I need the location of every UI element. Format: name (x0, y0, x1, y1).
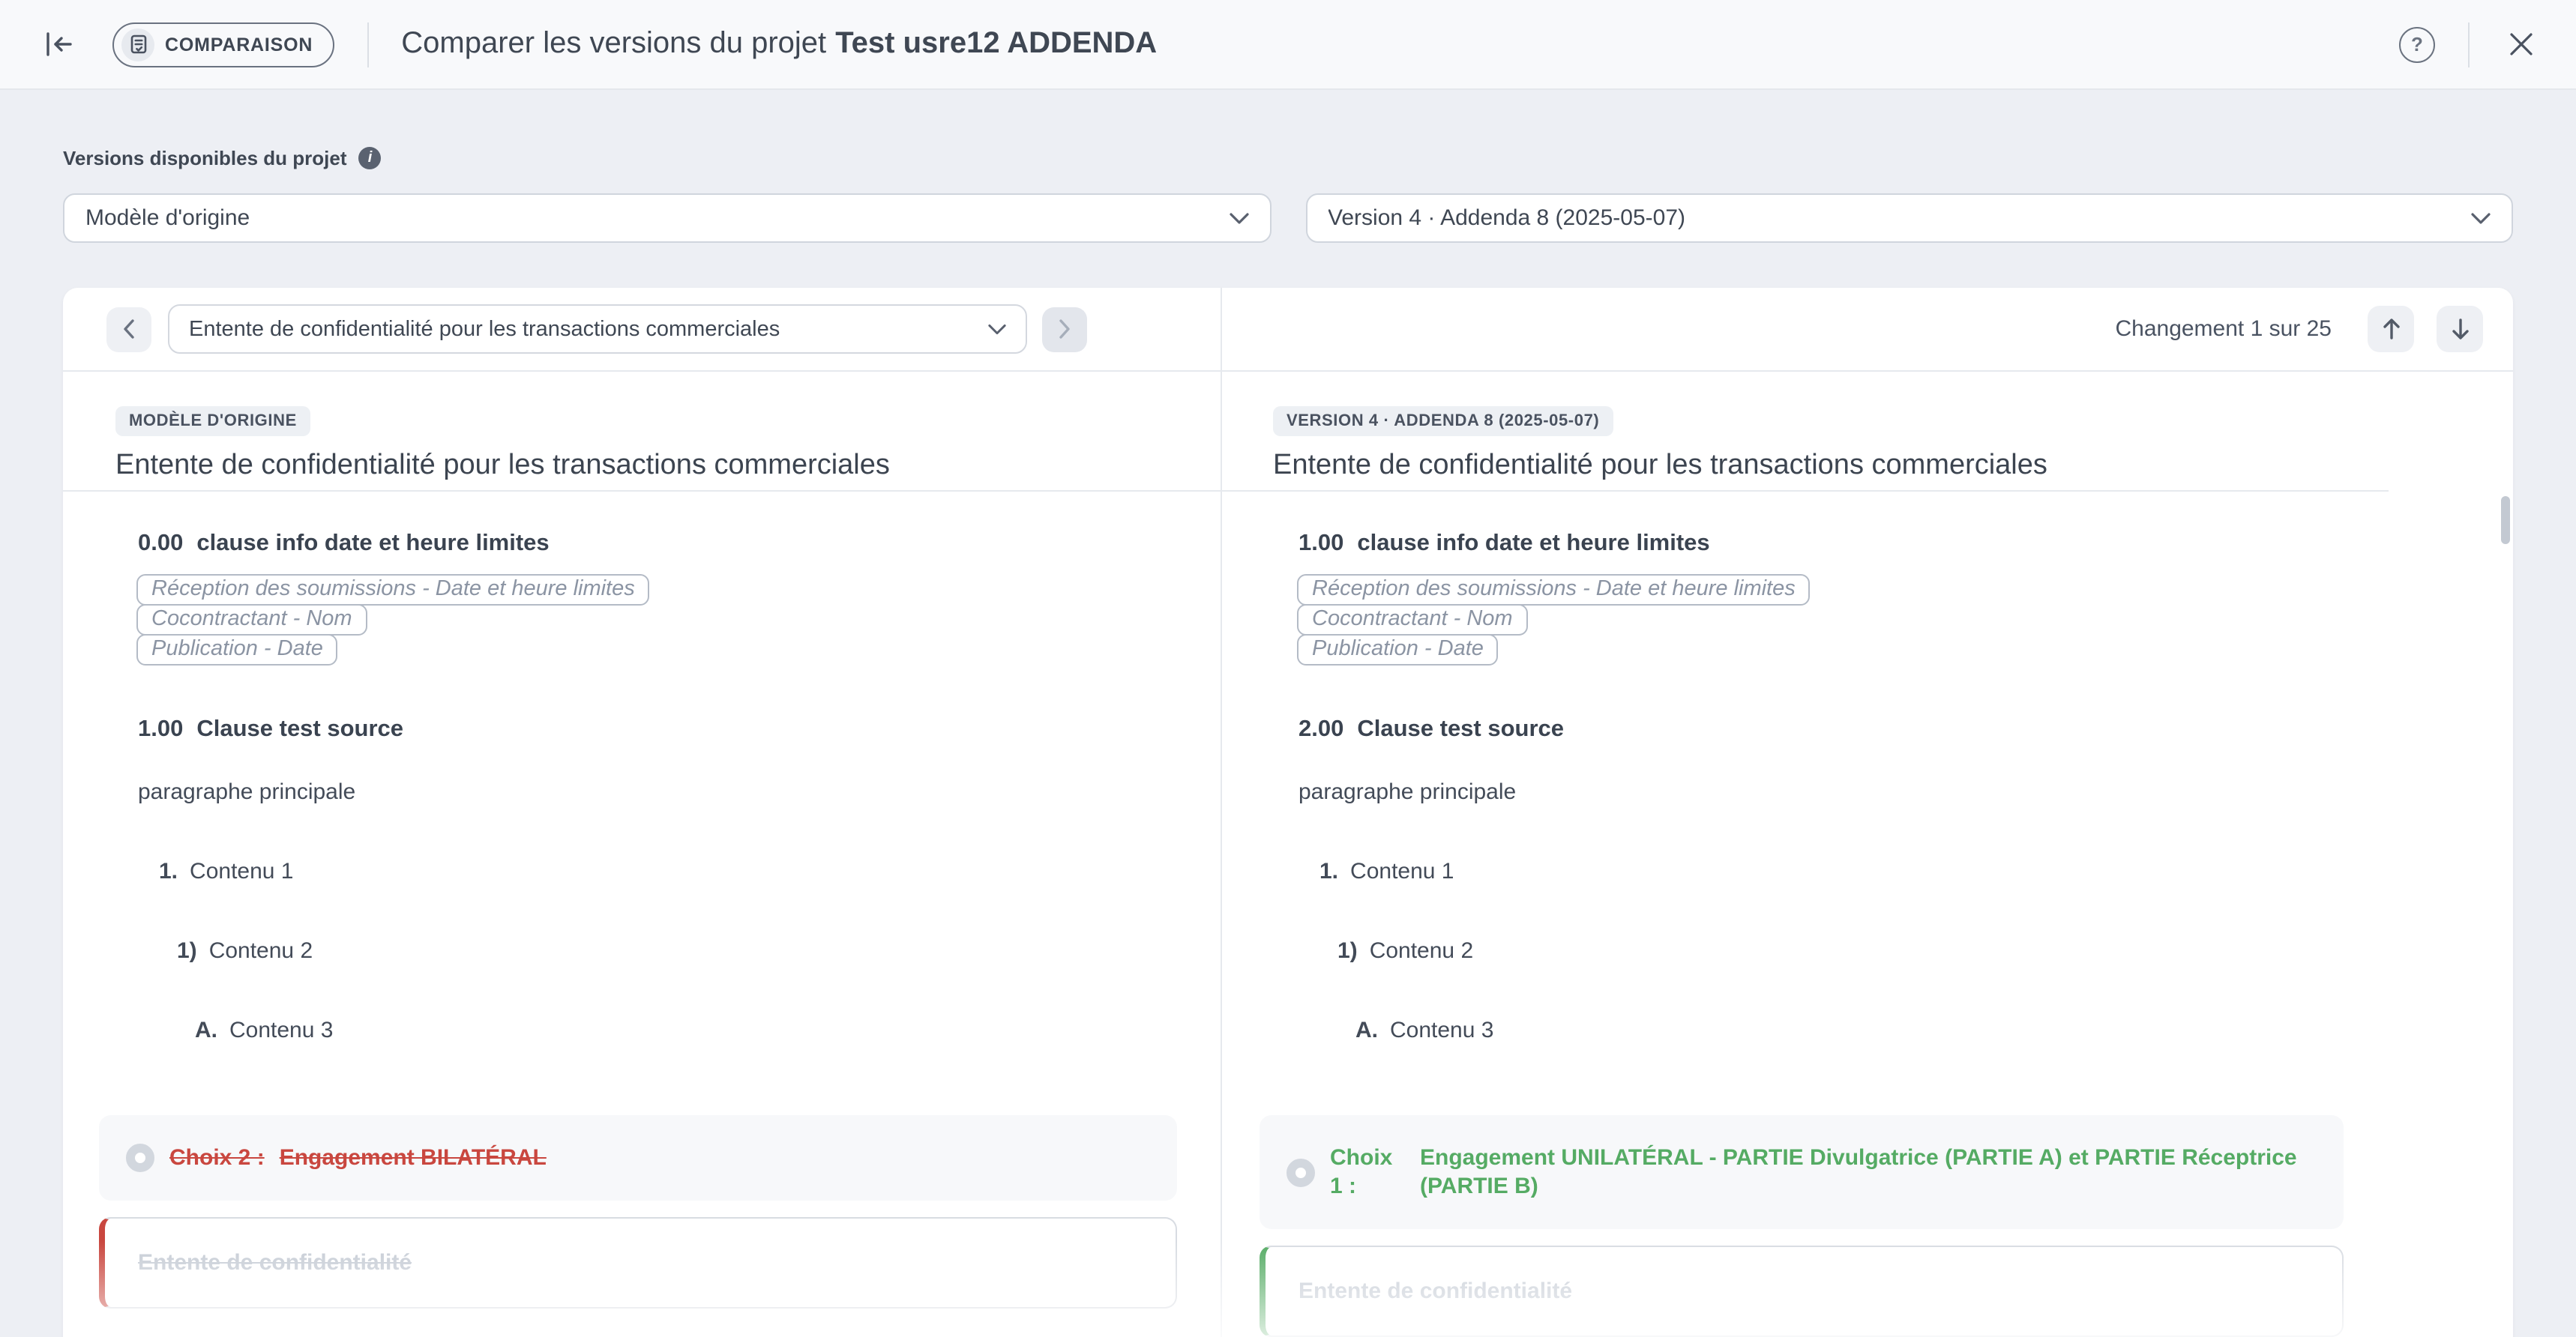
field-tag-list: Réception des soumissions - Date et heur… (136, 574, 1177, 666)
clause-heading: 0.00 clause info date et heure limites (138, 531, 1177, 558)
previous-change-button[interactable] (2368, 306, 2414, 352)
field-tag: Cocontractant - Nom (136, 604, 367, 636)
field-tag: Publication - Date (136, 634, 338, 666)
clause-number: 1.00 (1298, 531, 1343, 558)
list-item: A. Contenu 3 (195, 1018, 1177, 1043)
panel-divider (1221, 288, 1222, 1337)
help-button[interactable]: ? (2399, 26, 2435, 62)
topbar-divider-right (2468, 22, 2470, 67)
field-tag: Cocontractant - Nom (1297, 604, 1528, 636)
section-select[interactable]: Entente de confidentialité pour les tran… (168, 304, 1027, 354)
clause-heading: 1.00 clause info date et heure limites (1298, 531, 2344, 558)
field-tag: Publication - Date (1297, 634, 1499, 666)
list-text: Contenu 2 (1370, 938, 1473, 964)
list-marker: 1) (177, 938, 197, 964)
list-item: A. Contenu 3 (1355, 1018, 2344, 1043)
clause-title: clause info date et heure limites (196, 531, 549, 558)
choice-option-removed[interactable]: Choix 2 : Engagement BILATÉRAL (99, 1115, 1177, 1201)
version-badge: MODÈLE D'ORIGINE (115, 406, 310, 436)
field-tag: Réception des soumissions - Date et heur… (1297, 574, 1811, 606)
chevron-left-icon (123, 319, 135, 339)
text-field-value: Entente de confidentialité (138, 1250, 412, 1276)
list-marker: 1. (1319, 859, 1338, 884)
versions-available-label: Versions disponibles du projet (63, 147, 347, 169)
change-counter: Changement 1 sur 25 (2115, 316, 2332, 342)
close-icon (2509, 31, 2534, 57)
clause-title: clause info date et heure limites (1357, 531, 1709, 558)
choice-text: Engagement UNILATÉRAL - PARTIE Divulgatr… (1420, 1144, 2317, 1201)
info-icon[interactable]: i (359, 147, 382, 169)
previous-section-button[interactable] (106, 307, 151, 351)
paragraph: paragraphe principale (1298, 779, 2344, 805)
comparison-card: Entente de confidentialité pour les tran… (63, 288, 2513, 1337)
comparison-mode-badge: COMPARAISON (112, 22, 334, 67)
list-marker: A. (1355, 1018, 1378, 1043)
clause-title: Clause test source (1357, 716, 1564, 743)
list-item: 1. Contenu 1 (1319, 859, 2344, 884)
field-tag: Réception des soumissions - Date et heur… (136, 574, 650, 606)
main-content: Versions disponibles du projet i Modèle … (0, 147, 2576, 1337)
clause-number: 1.00 (138, 716, 183, 743)
clause-number: 0.00 (138, 531, 183, 558)
version-badge: VERSION 4 · ADDENDA 8 (2025-05-07) (1273, 406, 1613, 436)
list-text: Contenu 2 (209, 938, 313, 964)
panel-original: MODÈLE D'ORIGINE Entente de confidential… (63, 372, 1221, 1337)
choice-option-added[interactable]: Choix 1 : Engagement UNILATÉRAL - PARTIE… (1260, 1115, 2344, 1229)
collapse-sidebar-button[interactable] (39, 25, 79, 63)
list-item: 1. Contenu 1 (159, 859, 1177, 884)
list-text: Contenu 3 (229, 1018, 333, 1043)
arrow-down-icon (2449, 318, 2470, 340)
chevron-down-icon (988, 323, 1006, 335)
page-title-project: Test usre12 ADDENDA (835, 27, 1157, 61)
section-select-value: Entente de confidentialité pour les tran… (189, 317, 988, 341)
paragraph: paragraphe principale (138, 779, 1177, 805)
list-text: Contenu 1 (1350, 859, 1454, 884)
clause-number: 2.00 (1298, 716, 1343, 743)
page-title-prefix: Comparer les versions du projet (401, 27, 826, 61)
list-item: 1) Contenu 2 (1337, 938, 2344, 964)
topbar: COMPARAISON Comparer les versions du pro… (0, 0, 2576, 90)
choice-label: Choix 1 : (1330, 1144, 1405, 1201)
clause-title: Clause test source (196, 716, 403, 743)
list-text: Contenu 1 (190, 859, 293, 884)
chevron-right-icon (1059, 319, 1071, 339)
field-tag-list: Réception des soumissions - Date et heur… (1297, 574, 2344, 666)
list-item: 1) Contenu 2 (177, 938, 1177, 964)
clause-heading: 1.00 Clause test source (138, 716, 1177, 743)
document-body[interactable]: 1.00 clause info date et heure limites R… (1221, 531, 2389, 1337)
chevron-down-icon (1229, 212, 1248, 224)
choice-label: Choix 2 : (169, 1144, 265, 1172)
radio-icon (1287, 1158, 1315, 1186)
comparison-doc-icon (121, 28, 154, 61)
next-section-button[interactable] (1042, 307, 1087, 351)
page-title: Comparer les versions du projet Test usr… (401, 27, 1157, 61)
change-navigation-bar: Entente de confidentialité pour les tran… (63, 288, 2513, 372)
arrow-up-icon (2380, 318, 2401, 340)
document-body[interactable]: 0.00 clause info date et heure limites R… (63, 531, 1221, 1337)
document-title: Entente de confidentialité pour les tran… (115, 450, 1191, 483)
close-button[interactable] (2503, 25, 2540, 63)
version-select-right[interactable]: Version 4 · Addenda 8 (2025-05-07) (1305, 193, 2513, 243)
list-marker: 1. (159, 859, 178, 884)
chevron-down-icon (2471, 212, 2491, 224)
text-field-added[interactable]: Entente de confidentialité (1260, 1246, 2344, 1337)
comparison-mode-label: COMPARAISON (165, 34, 313, 55)
list-marker: 1) (1337, 938, 1358, 964)
radio-icon (126, 1144, 154, 1172)
version-select-right-value: Version 4 · Addenda 8 (2025-05-07) (1328, 205, 2471, 231)
collapse-left-icon (45, 31, 73, 57)
version-select-left-value: Modèle d'origine (85, 205, 1229, 231)
text-field-removed[interactable]: Entente de confidentialité (99, 1217, 1177, 1309)
list-text: Contenu 3 (1390, 1018, 1493, 1043)
version-select-left[interactable]: Modèle d'origine (63, 193, 1271, 243)
document-title: Entente de confidentialité pour les tran… (1273, 450, 2359, 483)
text-field-value: Entente de confidentialité (1298, 1279, 1572, 1304)
topbar-divider (367, 22, 368, 67)
scrollbar-thumb[interactable] (2501, 496, 2510, 544)
list-marker: A. (195, 1018, 217, 1043)
panel-version4: VERSION 4 · ADDENDA 8 (2025-05-07) Enten… (1221, 372, 2389, 1337)
choice-text: Engagement BILATÉRAL (280, 1144, 1150, 1172)
next-change-button[interactable] (2437, 306, 2483, 352)
clause-heading: 2.00 Clause test source (1298, 716, 2344, 743)
